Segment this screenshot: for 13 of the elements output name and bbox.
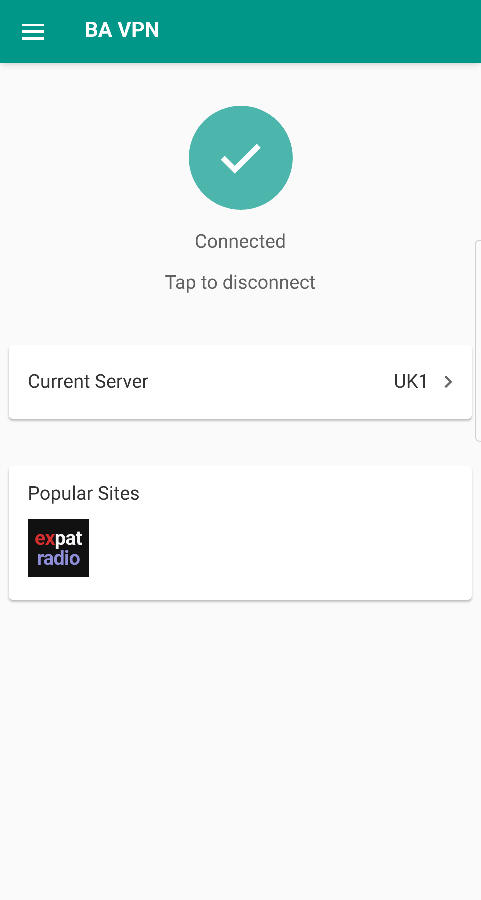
current-server-label: Current Server xyxy=(28,368,149,395)
chevron-right-icon xyxy=(444,375,453,389)
logo-text: ex xyxy=(34,528,55,548)
menu-icon[interactable] xyxy=(22,24,44,40)
current-server-row[interactable]: Current Server UK1 xyxy=(9,345,472,419)
disconnect-hint: Tap to disconnect xyxy=(165,270,316,296)
site-logo[interactable]: expat radio xyxy=(28,518,89,576)
logo-text: pat xyxy=(54,528,82,548)
popular-sites-title: Popular Sites xyxy=(28,481,141,507)
check-icon xyxy=(220,142,262,174)
current-server-value: UK1 xyxy=(394,368,429,395)
app-title: BA VPN xyxy=(85,18,160,45)
status-label: Connected xyxy=(194,229,286,255)
